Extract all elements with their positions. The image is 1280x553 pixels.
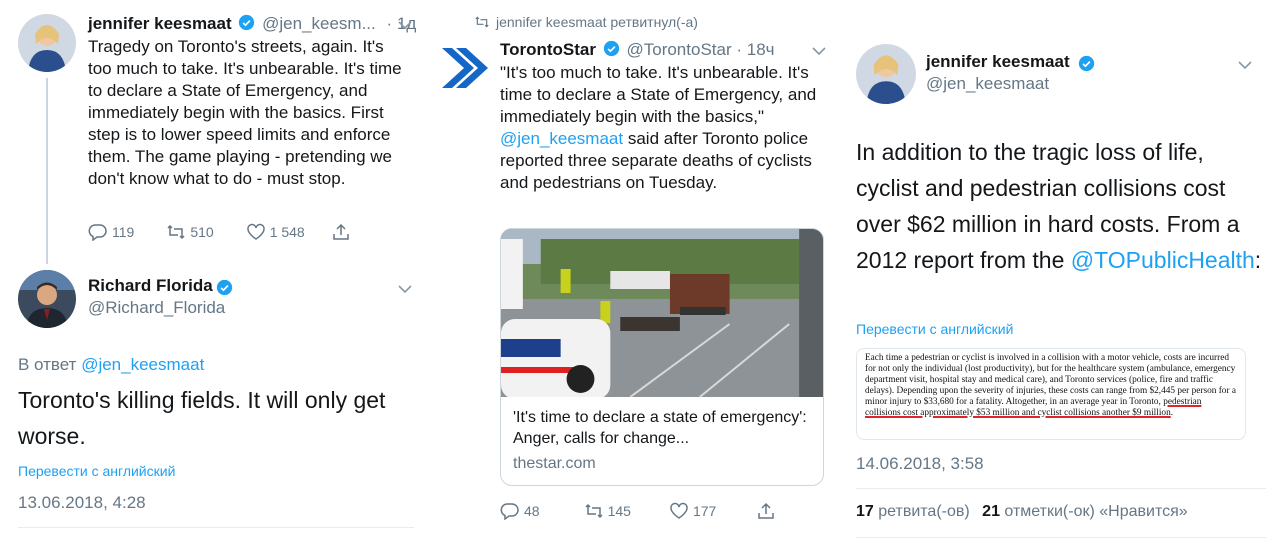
- retweet-button[interactable]: 145: [584, 502, 631, 520]
- chevron-down-icon[interactable]: [398, 284, 412, 294]
- author-name[interactable]: TorontoStar: [500, 40, 596, 59]
- card-domain: thestar.com: [513, 455, 596, 472]
- tweet-timestamp[interactable]: 13.06.2018, 4:28: [18, 493, 146, 513]
- retweet-count: 145: [607, 503, 631, 519]
- report-end: .: [1170, 408, 1174, 418]
- heart-icon: [670, 502, 688, 519]
- mention-link[interactable]: @TOPublicHealth: [1071, 247, 1255, 273]
- divider: [18, 527, 414, 528]
- tweet-detail-panel: jennifer keesmaat @jen_keesmaat In addit…: [842, 0, 1280, 553]
- retweet-total[interactable]: 17: [856, 503, 874, 520]
- translate-link[interactable]: Перевести с английский: [856, 321, 1013, 337]
- retweet-count: 510: [190, 224, 214, 240]
- retweet-note[interactable]: jennifer keesmaat ретвитнул(-а): [474, 14, 698, 30]
- quote-text: "It's too much to take. It's unbearable.…: [500, 63, 817, 126]
- torontostar-avatar[interactable]: [436, 40, 492, 96]
- verified-badge-icon: [603, 40, 619, 57]
- divider: [856, 488, 1266, 489]
- like-button[interactable]: 177: [669, 502, 716, 520]
- share-button[interactable]: [756, 502, 776, 520]
- chevron-down-icon[interactable]: [398, 20, 412, 30]
- link-preview-card[interactable]: 'It's time to declare a state of emergen…: [500, 228, 824, 486]
- heart-icon: [246, 223, 265, 240]
- chevron-down-icon[interactable]: [1238, 60, 1252, 70]
- share-icon: [332, 223, 349, 240]
- author-handle[interactable]: @jen_keesmaat: [926, 74, 1049, 94]
- reply-prefix: В ответ: [18, 355, 77, 374]
- jennifer-keesmaat-avatar[interactable]: [856, 44, 916, 104]
- verified-badge-icon: [216, 279, 233, 296]
- tweet-author-line[interactable]: TorontoStar @TorontoStar · 18ч: [500, 40, 775, 60]
- report-excerpt-image[interactable]: Each time a pedestrian or cyclist is inv…: [856, 348, 1246, 440]
- tweet-actions: 48 145 177: [500, 502, 776, 520]
- tweet-author-line[interactable]: jennifer keesmaat @jen_keesm... · 1д: [88, 14, 416, 34]
- retweet-icon: [585, 503, 603, 519]
- thread-connector-line: [46, 78, 48, 264]
- tweet-age: · 18ч: [736, 40, 775, 59]
- tweet-text: "It's too much to take. It's unbearable.…: [500, 62, 830, 194]
- mention-link[interactable]: @jen_keesmaat: [500, 129, 623, 148]
- retweeted-by-label: jennifer keesmaat ретвитнул(-а): [496, 14, 698, 30]
- richard-florida-avatar[interactable]: [18, 270, 76, 328]
- tweet-actions: 119 510 1 548: [88, 223, 351, 241]
- reply-button[interactable]: 119: [88, 223, 134, 241]
- author-name[interactable]: jennifer keesmaat: [88, 14, 232, 33]
- verified-badge-icon: [239, 14, 255, 31]
- tweet-text: In addition to the tragic loss of life, …: [856, 134, 1266, 278]
- reply-mention-link[interactable]: @jen_keesmaat: [81, 355, 204, 374]
- like-count: 1 548: [269, 224, 305, 240]
- share-icon: [758, 502, 775, 519]
- like-total-label: отметки(-ок) «Нравится»: [1004, 503, 1188, 520]
- card-title: 'It's time to declare a state of emergen…: [513, 409, 807, 447]
- author-name[interactable]: jennifer keesmaat: [926, 52, 1070, 72]
- reply-count: 119: [112, 224, 135, 240]
- retweet-button[interactable]: 510: [166, 223, 214, 241]
- retweet-total-label: ретвита(-ов): [878, 503, 970, 520]
- news-photo: [501, 229, 823, 397]
- tweet-end: :: [1254, 247, 1262, 273]
- reply-count: 48: [524, 503, 540, 519]
- like-count: 177: [692, 503, 717, 519]
- verified-badge-icon: [1078, 55, 1095, 72]
- tweet-thread-panel: jennifer keesmaat @jen_keesm... · 1д Tra…: [0, 0, 432, 553]
- chevron-down-icon[interactable]: [812, 46, 826, 56]
- reply-context: В ответ @jen_keesmaat: [18, 354, 204, 376]
- retweet-icon: [475, 16, 489, 28]
- author-handle[interactable]: @TorontoStar: [626, 40, 731, 59]
- jennifer-keesmaat-avatar[interactable]: [18, 14, 76, 72]
- retweeted-tweet-panel: jennifer keesmaat ретвитнул(-а) TorontoS…: [432, 0, 842, 553]
- author-handle[interactable]: @jen_keesm...: [262, 14, 376, 33]
- tweet-text: Tragedy on Toronto's streets, again. It'…: [88, 37, 402, 188]
- author-name[interactable]: Richard Florida: [88, 276, 213, 296]
- tweet-timestamp[interactable]: 14.06.2018, 3:58: [856, 454, 984, 474]
- tweet-text: Toronto's killing fields. It will only g…: [18, 387, 386, 449]
- divider: [856, 537, 1266, 538]
- retweet-icon: [167, 224, 185, 240]
- share-button[interactable]: [331, 223, 351, 241]
- author-handle[interactable]: @Richard_Florida: [88, 298, 225, 318]
- engagement-stats: 17 ретвита(-ов) 21 отметки(-ок) «Нравитс…: [856, 503, 1188, 521]
- like-total[interactable]: 21: [982, 503, 1000, 520]
- like-button[interactable]: 1 548: [246, 223, 305, 241]
- reply-icon: [88, 224, 107, 241]
- reply-icon: [500, 503, 519, 520]
- reply-button[interactable]: 48: [500, 502, 540, 520]
- translate-link[interactable]: Перевести с английский: [18, 463, 175, 479]
